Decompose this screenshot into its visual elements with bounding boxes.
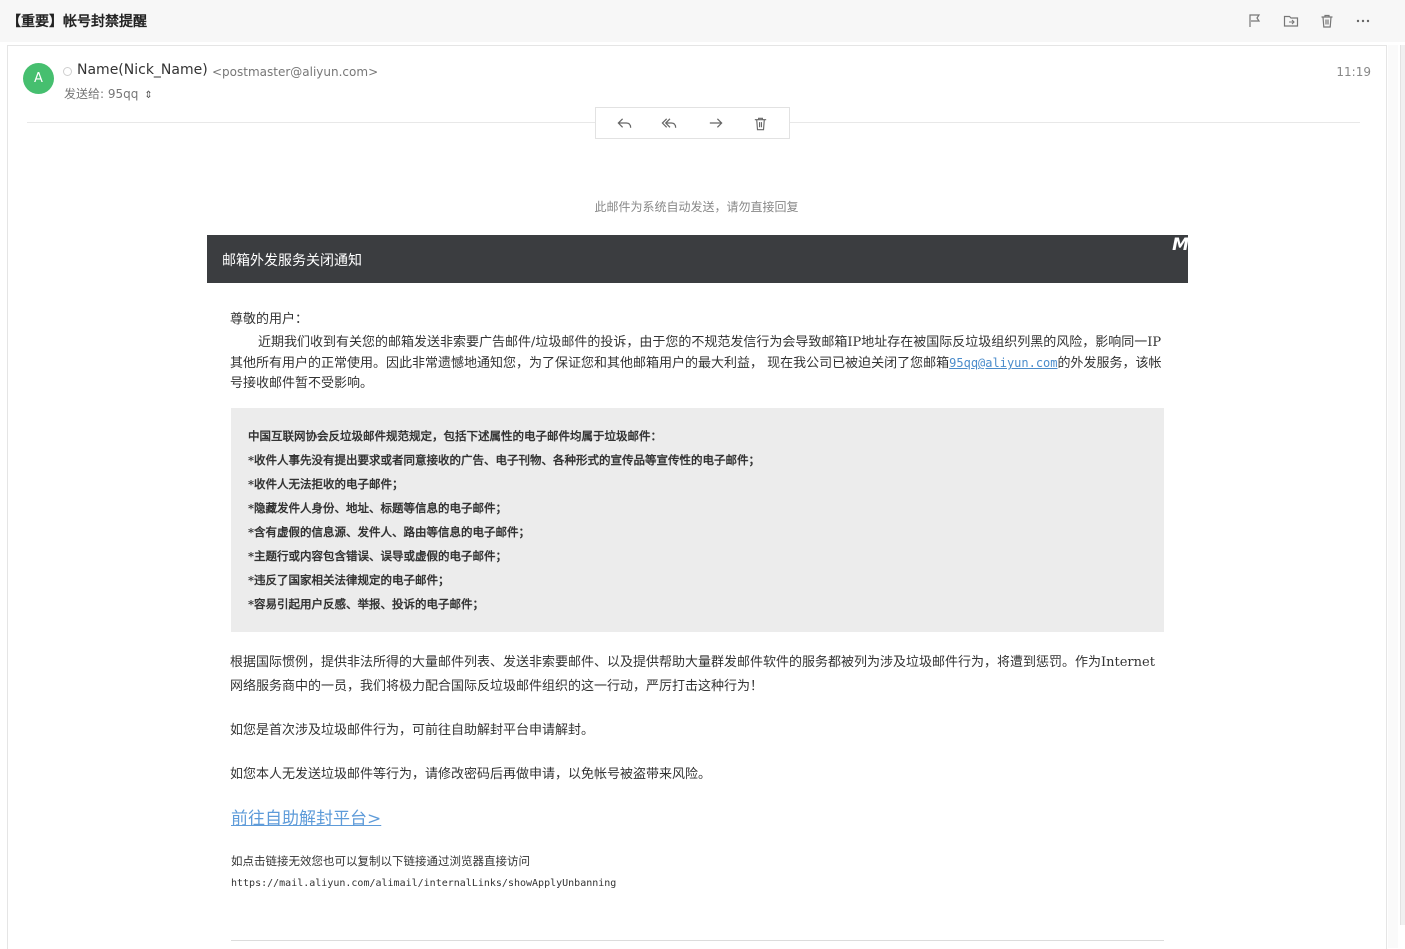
more-icon[interactable] (1351, 10, 1375, 32)
delete-icon[interactable] (748, 112, 772, 134)
message-action-bar (595, 107, 790, 139)
forward-icon[interactable] (703, 112, 727, 134)
unban-platform-link[interactable]: 前往自助解封平台> (231, 804, 381, 829)
scrollbar-thumb[interactable] (1400, 45, 1405, 925)
rule-item: *主题行或内容包含错误、误导或虚假的电子邮件； (248, 549, 508, 563)
notice-paragraph: 近期我们收到有关您的邮箱发送非索要广告邮件/垃圾邮件的投诉，由于您的不规范发信行… (230, 333, 1165, 394)
reply-icon[interactable] (613, 112, 637, 134)
password-advice-paragraph: 如您本人无发送垃圾邮件等行为，请修改密码后再做申请，以免帐号被盗带来风险。 (230, 767, 712, 782)
sent-time: 11:19 (1336, 65, 1371, 79)
trash-icon[interactable] (1315, 10, 1339, 32)
banner-title: 邮箱外发服务关闭通知 (222, 253, 362, 269)
policy-paragraph: 根据国际惯例，提供非法所得的大量邮件列表、发送非索要邮件、以及提供帮助大量群发邮… (230, 655, 1155, 694)
rule-item: *隐藏发件人身份、地址、标题等信息的电子邮件； (248, 501, 508, 515)
email-subject: 【重要】帐号封禁提醒 (7, 14, 147, 30)
rule-item: *收件人无法拒收的电子邮件； (248, 477, 404, 491)
move-folder-icon[interactable] (1279, 10, 1303, 32)
rule-item: *违反了国家相关法律规定的电子邮件； (248, 573, 450, 587)
top-actions (1243, 10, 1375, 32)
flag-icon[interactable] (1243, 10, 1267, 32)
rules-box: 中国互联网协会反垃圾邮件规范规定，包括下述属性的电子邮件均属于垃圾邮件： *收件人… (231, 408, 1164, 632)
auto-send-note: 此邮件为系统自动发送，请勿直接回复 (594, 200, 799, 214)
brand-logo-icon: M (1172, 235, 1189, 255)
first-offense-paragraph: 如您是首次涉及垃圾邮件行为，可前往自助解封平台申请解封。 (230, 723, 595, 738)
recipients-label: 发送给: 95qq (64, 87, 139, 101)
unban-url[interactable]: https://mail.aliyun.com/alimail/internal… (231, 878, 616, 889)
status-dot (63, 67, 72, 76)
avatar[interactable]: A (23, 63, 54, 94)
scrollbar-track[interactable] (1388, 45, 1398, 948)
reply-all-icon[interactable] (658, 112, 682, 134)
top-bar: 【重要】帐号封禁提醒 (0, 0, 1405, 42)
sender-email[interactable]: <postmaster@aliyun.com> (212, 65, 378, 79)
rule-item: *含有虚假的信息源、发件人、路由等信息的电子邮件； (248, 525, 531, 539)
recipients-toggle[interactable]: 发送给: 95qq ⇕ (64, 85, 153, 102)
footer-divider (231, 940, 1164, 941)
updown-caret-icon: ⇕ (144, 90, 153, 101)
link-hint: 如点击链接无效您也可以复制以下链接通过浏览器直接访问 (231, 854, 530, 868)
rule-item: *收件人事先没有提出要求或者同意接收的广告、电子刊物、各种形式的宣传品等宣传性的… (248, 453, 761, 467)
notice-banner: 邮箱外发服务关闭通知 M (207, 235, 1189, 283)
greeting: 尊敬的用户： (230, 312, 309, 327)
rules-heading: 中国互联网协会反垃圾邮件规范规定，包括下述属性的电子邮件均属于垃圾邮件： (248, 429, 662, 443)
rule-item: *容易引起用户反感、举报、投诉的电子邮件； (248, 597, 485, 611)
mailbox-link[interactable]: 95qq@aliyun.com (949, 356, 1057, 370)
sender-name[interactable]: Name(Nick_Name) (77, 62, 208, 78)
